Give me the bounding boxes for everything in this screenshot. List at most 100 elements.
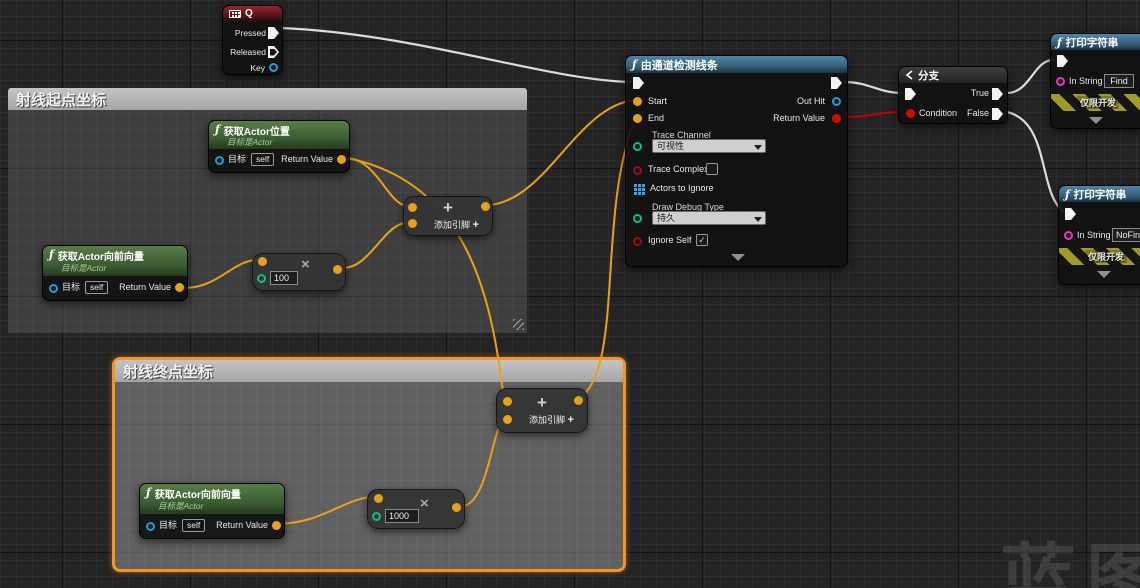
- exec-pin-in[interactable]: [1065, 208, 1076, 220]
- add-pin-text: 添加引脚: [529, 415, 565, 425]
- pin-label-in-string: In String: [1077, 230, 1111, 241]
- node-header[interactable]: Q: [223, 6, 282, 21]
- multiply-operator-icon: ×: [420, 495, 429, 512]
- data-pin-result-output[interactable]: [481, 202, 490, 211]
- data-pin-target[interactable]: [215, 156, 224, 165]
- data-pin-trace-complex[interactable]: [633, 166, 642, 175]
- add-pin-text: 添加引脚: [434, 220, 470, 230]
- data-pin-return-value[interactable]: [272, 521, 281, 530]
- node-title: 获取Actor向前向量: [155, 486, 241, 501]
- exec-pin-in[interactable]: [633, 77, 644, 89]
- data-pin-b-input[interactable]: [503, 415, 512, 424]
- data-pin-result-output[interactable]: [574, 396, 583, 405]
- node-print-string-not-found[interactable]: ƒ 打印字符串 In String NoFind 仅限开发: [1058, 185, 1140, 285]
- data-pin-out-hit[interactable]: [832, 97, 841, 106]
- ignore-self-checkbox[interactable]: ✓: [696, 234, 708, 246]
- node-header[interactable]: 分支: [899, 67, 1007, 83]
- exec-pin-true[interactable]: [992, 88, 1003, 100]
- node-add-vector-2[interactable]: + 添加引脚 +: [496, 388, 588, 433]
- data-pin-b-input[interactable]: [408, 219, 417, 228]
- node-get-forward-vector-2[interactable]: ƒ 获取Actor向前向量 目标是Actor 目标 self Return Va…: [139, 483, 285, 539]
- node-get-forward-vector-1[interactable]: ƒ 获取Actor向前向量 目标是Actor 目标 self Return Va…: [42, 245, 188, 301]
- data-pin-end[interactable]: [633, 114, 642, 123]
- node-multiply-1000[interactable]: 1000 ×: [367, 489, 465, 529]
- pin-label-target: 目标: [159, 520, 177, 531]
- data-pin-vector-input[interactable]: [258, 257, 267, 266]
- wire-exec-pressed-to-trace: [281, 28, 631, 82]
- data-pin-start[interactable]: [633, 97, 642, 106]
- pin-label-out-hit: Out Hit: [797, 96, 825, 107]
- add-pin-plus-icon[interactable]: +: [473, 219, 479, 231]
- multiplier-value-input[interactable]: 100: [270, 271, 298, 285]
- target-self-input[interactable]: self: [182, 519, 205, 532]
- trace-channel-dropdown[interactable]: 可视性: [652, 139, 766, 153]
- exec-pin-pressed[interactable]: [268, 27, 279, 39]
- comment-title-ray-start[interactable]: 射线起点坐标: [8, 88, 527, 110]
- exec-pin-in[interactable]: [905, 88, 916, 100]
- data-pin-in-string[interactable]: [1056, 77, 1065, 86]
- collapse-arrow-icon[interactable]: [1089, 117, 1103, 124]
- data-pin-condition[interactable]: [906, 109, 915, 118]
- exec-pin-in[interactable]: [1057, 55, 1068, 67]
- exec-pin-false[interactable]: [992, 108, 1003, 120]
- pin-label-return-value: Return Value: [281, 154, 333, 165]
- node-header[interactable]: ƒ 打印字符串: [1051, 34, 1140, 50]
- data-pin-a-input[interactable]: [408, 203, 417, 212]
- node-title: 打印字符串: [1074, 187, 1127, 202]
- pin-label-pressed: Pressed: [235, 28, 266, 39]
- pin-label-trace-complex: Trace Complex: [648, 164, 709, 175]
- data-pin-float-input[interactable]: [257, 274, 266, 283]
- data-pin-float-input[interactable]: [372, 512, 381, 521]
- add-pin-label[interactable]: 添加引脚 +: [529, 413, 574, 426]
- data-pin-target[interactable]: [146, 522, 155, 531]
- function-icon: ƒ: [1057, 36, 1062, 49]
- trace-complex-checkbox[interactable]: [706, 163, 718, 175]
- node-branch[interactable]: 分支 Condition True False: [898, 66, 1008, 124]
- target-self-input[interactable]: self: [251, 153, 274, 166]
- node-header[interactable]: ƒ 打印字符串: [1059, 186, 1140, 202]
- data-pin-draw-debug-type[interactable]: [633, 214, 642, 223]
- comment-title-ray-end[interactable]: 射线终点坐标: [115, 360, 623, 382]
- exec-pin-released[interactable]: [268, 46, 279, 58]
- data-pin-result-output[interactable]: [333, 265, 342, 274]
- in-string-input[interactable]: NoFind: [1112, 228, 1140, 242]
- draw-debug-value: 持久: [657, 213, 675, 223]
- data-pin-return-value[interactable]: [175, 283, 184, 292]
- dropdown-caret-icon: [754, 217, 762, 222]
- data-pin-in-string[interactable]: [1064, 231, 1073, 240]
- data-pin-trace-channel[interactable]: [633, 142, 642, 151]
- node-line-trace-by-channel[interactable]: ƒ 由通道检测线条 Start End Out Hit Return Value…: [625, 55, 848, 267]
- data-pin-vector-input[interactable]: [374, 494, 383, 503]
- node-header[interactable]: ƒ 由通道检测线条: [626, 56, 847, 73]
- collapse-arrow-icon[interactable]: [731, 254, 745, 261]
- node-subtitle: 目标是Actor: [227, 136, 272, 148]
- data-pin-a-input[interactable]: [503, 397, 512, 406]
- collapse-arrow-icon[interactable]: [1097, 271, 1111, 278]
- target-self-input[interactable]: self: [85, 281, 108, 294]
- in-string-input[interactable]: Find: [1104, 74, 1134, 88]
- node-title: 由通道检测线条: [641, 57, 718, 73]
- data-pin-return-value[interactable]: [337, 155, 346, 164]
- pin-label-key: Key: [250, 63, 265, 74]
- node-get-actor-location[interactable]: ƒ 获取Actor位置 目标是Actor 目标 self Return Valu…: [208, 120, 350, 173]
- data-pin-result-output[interactable]: [452, 503, 461, 512]
- data-pin-key[interactable]: [269, 63, 278, 72]
- node-add-vector-1[interactable]: + 添加引脚 +: [403, 196, 493, 236]
- comment-resize-handle[interactable]: [513, 319, 524, 330]
- add-operator-icon: +: [443, 198, 453, 218]
- node-print-string-found[interactable]: ƒ 打印字符串 In String Find 仅限开发: [1050, 33, 1140, 129]
- blueprint-graph-canvas[interactable]: 蓝图 射线起点坐标 射线终点坐标 Q: [0, 0, 1140, 588]
- draw-debug-dropdown[interactable]: 持久: [652, 211, 766, 225]
- add-pin-plus-icon[interactable]: +: [568, 414, 574, 426]
- data-pin-target[interactable]: [49, 284, 58, 293]
- exec-pin-out[interactable]: [831, 77, 842, 89]
- data-pin-return-value[interactable]: [832, 114, 841, 123]
- node-multiply-100[interactable]: 100 ×: [252, 253, 346, 291]
- array-pin-actors-to-ignore[interactable]: [634, 184, 637, 187]
- blueprint-watermark: 蓝图: [1000, 518, 1140, 588]
- add-pin-label[interactable]: 添加引脚 +: [434, 218, 479, 231]
- data-pin-ignore-self[interactable]: [633, 237, 642, 246]
- checkmark-icon: ✓: [698, 235, 706, 245]
- node-key-event-q[interactable]: Q Pressed Released Key: [222, 5, 283, 75]
- multiplier-value-input[interactable]: 1000: [385, 509, 419, 523]
